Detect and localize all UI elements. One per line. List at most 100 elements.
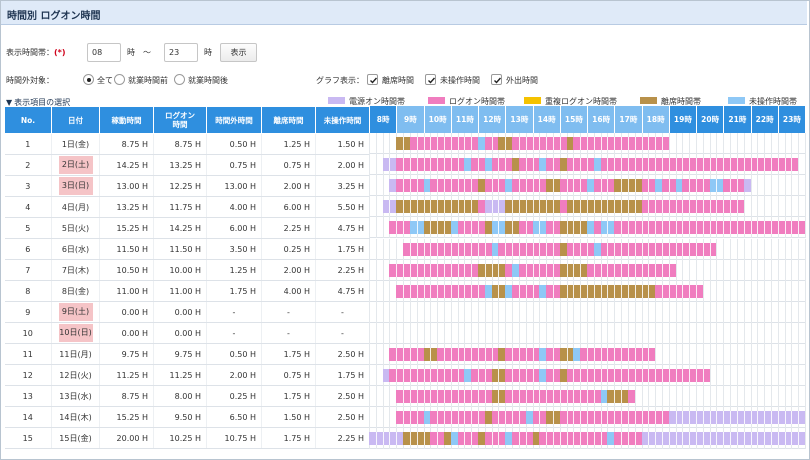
- grid-line: [709, 259, 711, 281]
- grid-line: [682, 322, 684, 344]
- segment-idle: [484, 284, 492, 298]
- grid-line: [784, 259, 786, 281]
- quarter-tick: [668, 179, 670, 193]
- grid-line: [389, 407, 391, 429]
- quarter-tick: [614, 348, 616, 361]
- cell-date: 8日(金): [51, 280, 100, 302]
- grid-line: [750, 259, 752, 281]
- quarter-tick: [416, 137, 418, 150]
- quarter-tick: [512, 411, 514, 425]
- grid-line: [532, 301, 534, 323]
- quarter-tick: [627, 221, 629, 235]
- grid-line: [382, 280, 384, 302]
- grid-line: [730, 365, 732, 387]
- quarter-tick: [552, 200, 554, 214]
- segment-logon: [600, 158, 799, 172]
- quarter-tick: [539, 200, 541, 214]
- quarter-tick: [607, 263, 609, 277]
- cell-logon: 0.00 H: [153, 322, 207, 344]
- quarter-tick: [689, 284, 691, 298]
- segment-logon: [573, 137, 669, 150]
- radio-before-work[interactable]: [114, 74, 125, 85]
- quarter-tick: [525, 158, 527, 172]
- quarter-tick: [682, 411, 684, 425]
- quarter-tick: [539, 411, 541, 425]
- grid-line: [805, 322, 806, 344]
- grid-line: [512, 322, 514, 344]
- grid-line: [464, 301, 466, 323]
- to-hour-input[interactable]: 23: [164, 43, 198, 62]
- grid-line: [770, 322, 772, 344]
- quarter-tick: [573, 221, 575, 235]
- grid-line: [552, 301, 554, 323]
- grid-line: [791, 175, 793, 197]
- quarter-tick: [716, 221, 718, 235]
- quarter-tick: [443, 242, 445, 256]
- quarter-tick: [403, 179, 405, 193]
- grid-line: [409, 301, 411, 323]
- grid-line: [525, 301, 527, 323]
- col-header-outside[interactable]: 時間外時間: [206, 106, 262, 134]
- segment-idle: [464, 158, 472, 172]
- grid-line: [798, 196, 800, 218]
- segment-away: [559, 221, 587, 235]
- cell-outside: 2.00 H: [206, 364, 262, 386]
- quarter-tick: [661, 158, 663, 172]
- check-idle[interactable]: [425, 74, 436, 85]
- grid-line: [702, 301, 704, 323]
- cell-outside: -: [206, 301, 262, 323]
- col-header-no[interactable]: No.: [4, 106, 52, 134]
- quarter-tick: [607, 221, 609, 235]
- quarter-tick: [566, 179, 568, 193]
- quarter-tick: [464, 348, 466, 361]
- col-header-away[interactable]: 離席時間: [261, 106, 316, 134]
- check-away[interactable]: [367, 74, 378, 85]
- radio-after-work[interactable]: [174, 74, 185, 85]
- grid-line: [369, 386, 370, 408]
- segment-idle: [525, 411, 533, 425]
- quarter-tick: [423, 242, 425, 256]
- quarter-tick: [552, 348, 554, 361]
- grid-line: [369, 259, 370, 281]
- quarter-tick: [416, 158, 418, 172]
- grid-line: [723, 322, 725, 344]
- quarter-tick: [777, 432, 779, 446]
- cell-work: 8.75 H: [99, 385, 154, 407]
- cell-outside: 0.75 H: [206, 154, 262, 176]
- quarter-tick: [784, 432, 786, 446]
- quarter-tick: [403, 263, 405, 277]
- segment-away: [491, 284, 506, 298]
- grid-line: [675, 344, 677, 365]
- quarter-tick: [648, 158, 650, 172]
- segment-power: [382, 158, 397, 172]
- quarter-tick: [702, 242, 704, 256]
- col-header-date[interactable]: 日付: [51, 106, 100, 134]
- grid-line: [682, 133, 684, 154]
- gantt-row: [369, 386, 806, 408]
- grid-line: [757, 133, 759, 154]
- grid-line: [369, 154, 370, 176]
- cell-work: 11.00 H: [99, 280, 154, 302]
- show-button[interactable]: 表示: [220, 43, 257, 62]
- grid-line: [484, 301, 486, 323]
- grid-line: [709, 322, 711, 344]
- quarter-tick: [389, 200, 391, 214]
- grid-line: [614, 301, 616, 323]
- col-header-idle[interactable]: 未操作時間: [315, 106, 370, 134]
- col-header-work[interactable]: 稼動時間: [99, 106, 154, 134]
- from-hour-input[interactable]: 08: [87, 43, 121, 62]
- grid-line: [559, 301, 561, 323]
- quarter-tick: [389, 432, 391, 446]
- grid-line: [689, 344, 691, 365]
- cell-date: 7日(木): [51, 259, 100, 281]
- segment-idle: [491, 242, 499, 256]
- quarter-tick: [552, 242, 554, 256]
- radio-all[interactable]: [83, 74, 94, 85]
- segment-away: [559, 284, 656, 298]
- grid-line: [805, 259, 806, 281]
- cell-logon: 8.00 H: [153, 385, 207, 407]
- col-header-logon[interactable]: ログオン 時間: [153, 106, 207, 134]
- date-label: 6日(水): [61, 244, 90, 254]
- check-out[interactable]: [491, 74, 502, 85]
- grid-line: [784, 301, 786, 323]
